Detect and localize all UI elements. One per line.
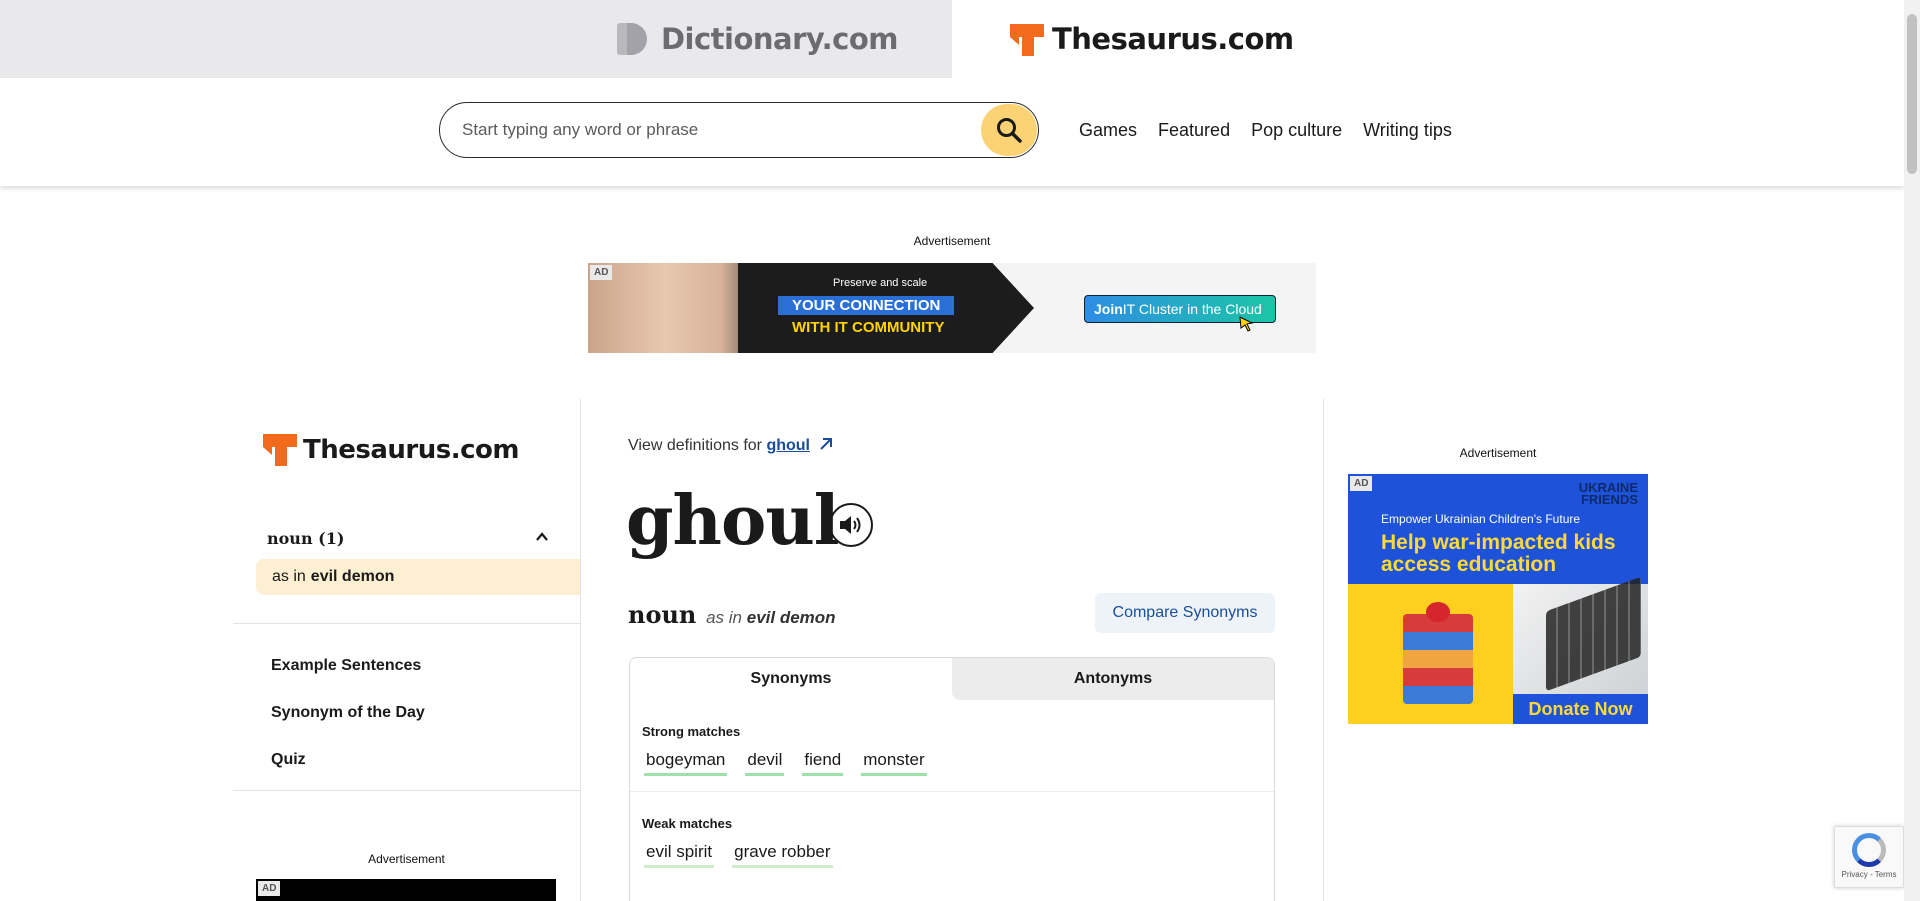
ad-line2: YOUR CONNECTION: [778, 296, 955, 315]
ad-line1: Preserve and scale: [833, 277, 928, 289]
part-of-speech-line: noun as in evil demon: [628, 600, 836, 629]
entry-sense-term: evil demon: [746, 608, 836, 627]
strong-matches-group: Strong matches bogeyman devil fiend mons…: [630, 724, 1274, 792]
sidebar-ad-label: Advertisement: [368, 852, 445, 866]
right-ad-headline: Help war-impacted kids access education: [1381, 531, 1616, 576]
sense-term: evil demon: [310, 568, 395, 585]
sidebar-pos-heading[interactable]: noun (1): [267, 529, 344, 548]
thesaurus-logo-icon: [263, 432, 297, 468]
synonym-chip[interactable]: bogeyman: [644, 750, 728, 776]
donate-now-button[interactable]: Donate Now: [1513, 694, 1648, 724]
sense-prefix: as in: [272, 568, 306, 585]
site-tabs: Dictionary.com Thesaurus.com: [0, 0, 1904, 78]
ad-line3: WITH IT COMMUNITY: [792, 319, 945, 336]
nav-writing-tips[interactable]: Writing tips: [1363, 120, 1452, 141]
ukraine-friends-logo: UKRAINE FRIENDS: [1578, 480, 1638, 507]
recaptcha-icon: [1852, 833, 1886, 867]
top-ad-label: Advertisement: [913, 234, 991, 248]
scrollbar[interactable]: [1904, 0, 1920, 901]
synonyms-card: Synonyms Antonyms Strong matches bogeyma…: [629, 657, 1275, 901]
dictionary-tab[interactable]: Dictionary.com: [0, 0, 952, 78]
compare-synonyms-button[interactable]: Compare Synonyms: [1095, 593, 1275, 633]
nav-featured[interactable]: Featured: [1158, 120, 1230, 141]
sidebar-logo-text: Thesaurus.com: [303, 435, 519, 465]
tab-antonyms[interactable]: Antonyms: [952, 658, 1274, 700]
search-box: [439, 102, 1039, 158]
cursor-icon: [1239, 316, 1254, 332]
recaptcha-badge[interactable]: Privacy - Terms: [1834, 826, 1904, 888]
thesaurus-tab[interactable]: Thesaurus.com: [952, 0, 1904, 78]
ad-badge: AD: [1350, 476, 1373, 491]
search-icon: [997, 118, 1022, 143]
sidebar-logo[interactable]: Thesaurus.com: [263, 432, 519, 468]
definitions-link[interactable]: ghoul: [766, 437, 810, 454]
scrollbar-thumb[interactable]: [1907, 14, 1917, 174]
main-nav: Games Featured Pop culture Writing tips: [1079, 120, 1452, 141]
sidebar-link-synonym-of-the-day[interactable]: Synonym of the Day: [271, 704, 425, 722]
thesaurus-tab-label: Thesaurus.com: [1052, 22, 1294, 56]
synonym-chip[interactable]: monster: [861, 750, 927, 776]
apple-image: [1426, 602, 1450, 622]
dictionary-logo-icon: [616, 23, 647, 55]
synonym-chip[interactable]: grave robber: [732, 842, 833, 868]
view-definitions: View definitions for ghoul: [628, 436, 834, 455]
nav-pop-culture[interactable]: Pop culture: [1251, 120, 1342, 141]
sidebar-link-quiz[interactable]: Quiz: [271, 751, 306, 769]
ad-badge: AD: [590, 265, 613, 280]
weak-matches-title: Weak matches: [642, 816, 733, 831]
search-button[interactable]: [981, 104, 1037, 156]
external-link-icon[interactable]: [818, 436, 834, 452]
weak-matches-group: Weak matches evil spirit grave robber: [630, 816, 1274, 868]
speaker-icon: [840, 516, 861, 534]
headword: ghoul: [626, 481, 840, 561]
synonym-tabs: Synonyms Antonyms: [630, 658, 1274, 700]
books-image: [1403, 614, 1473, 704]
sidebar-ad[interactable]: AD: [256, 879, 556, 901]
recaptcha-links[interactable]: Privacy - Terms: [1835, 870, 1903, 879]
chevron-up-icon[interactable]: [535, 530, 549, 544]
synonym-chip[interactable]: evil spirit: [644, 842, 715, 868]
right-ad-tagline: Empower Ukrainian Children's Future: [1381, 512, 1581, 526]
strong-matches-title: Strong matches: [642, 724, 741, 739]
dictionary-tab-label: Dictionary.com: [660, 22, 899, 56]
top-banner-ad[interactable]: AD Preserve and scale YOUR CONNECTION WI…: [588, 263, 1316, 353]
sidebar-link-example-sentences[interactable]: Example Sentences: [271, 657, 421, 675]
search-input[interactable]: [462, 120, 952, 140]
pronunciation-button[interactable]: [829, 503, 873, 547]
synonym-chip[interactable]: devil: [745, 750, 785, 776]
nav-games[interactable]: Games: [1079, 120, 1137, 141]
search-header: Games Featured Pop culture Writing tips: [0, 78, 1904, 186]
tab-synonyms[interactable]: Synonyms: [630, 658, 952, 700]
right-ad-label: Advertisement: [1459, 446, 1537, 460]
synonym-chip[interactable]: fiend: [802, 750, 844, 776]
part-of-speech: noun: [628, 600, 697, 629]
thesaurus-logo-icon: [1010, 22, 1044, 56]
ad-badge: AD: [258, 881, 281, 896]
sidebar-sense-item[interactable]: as in evil demon: [256, 559, 580, 595]
right-banner-ad[interactable]: AD UKRAINE FRIENDS Empower Ukrainian Chi…: [1348, 474, 1648, 724]
